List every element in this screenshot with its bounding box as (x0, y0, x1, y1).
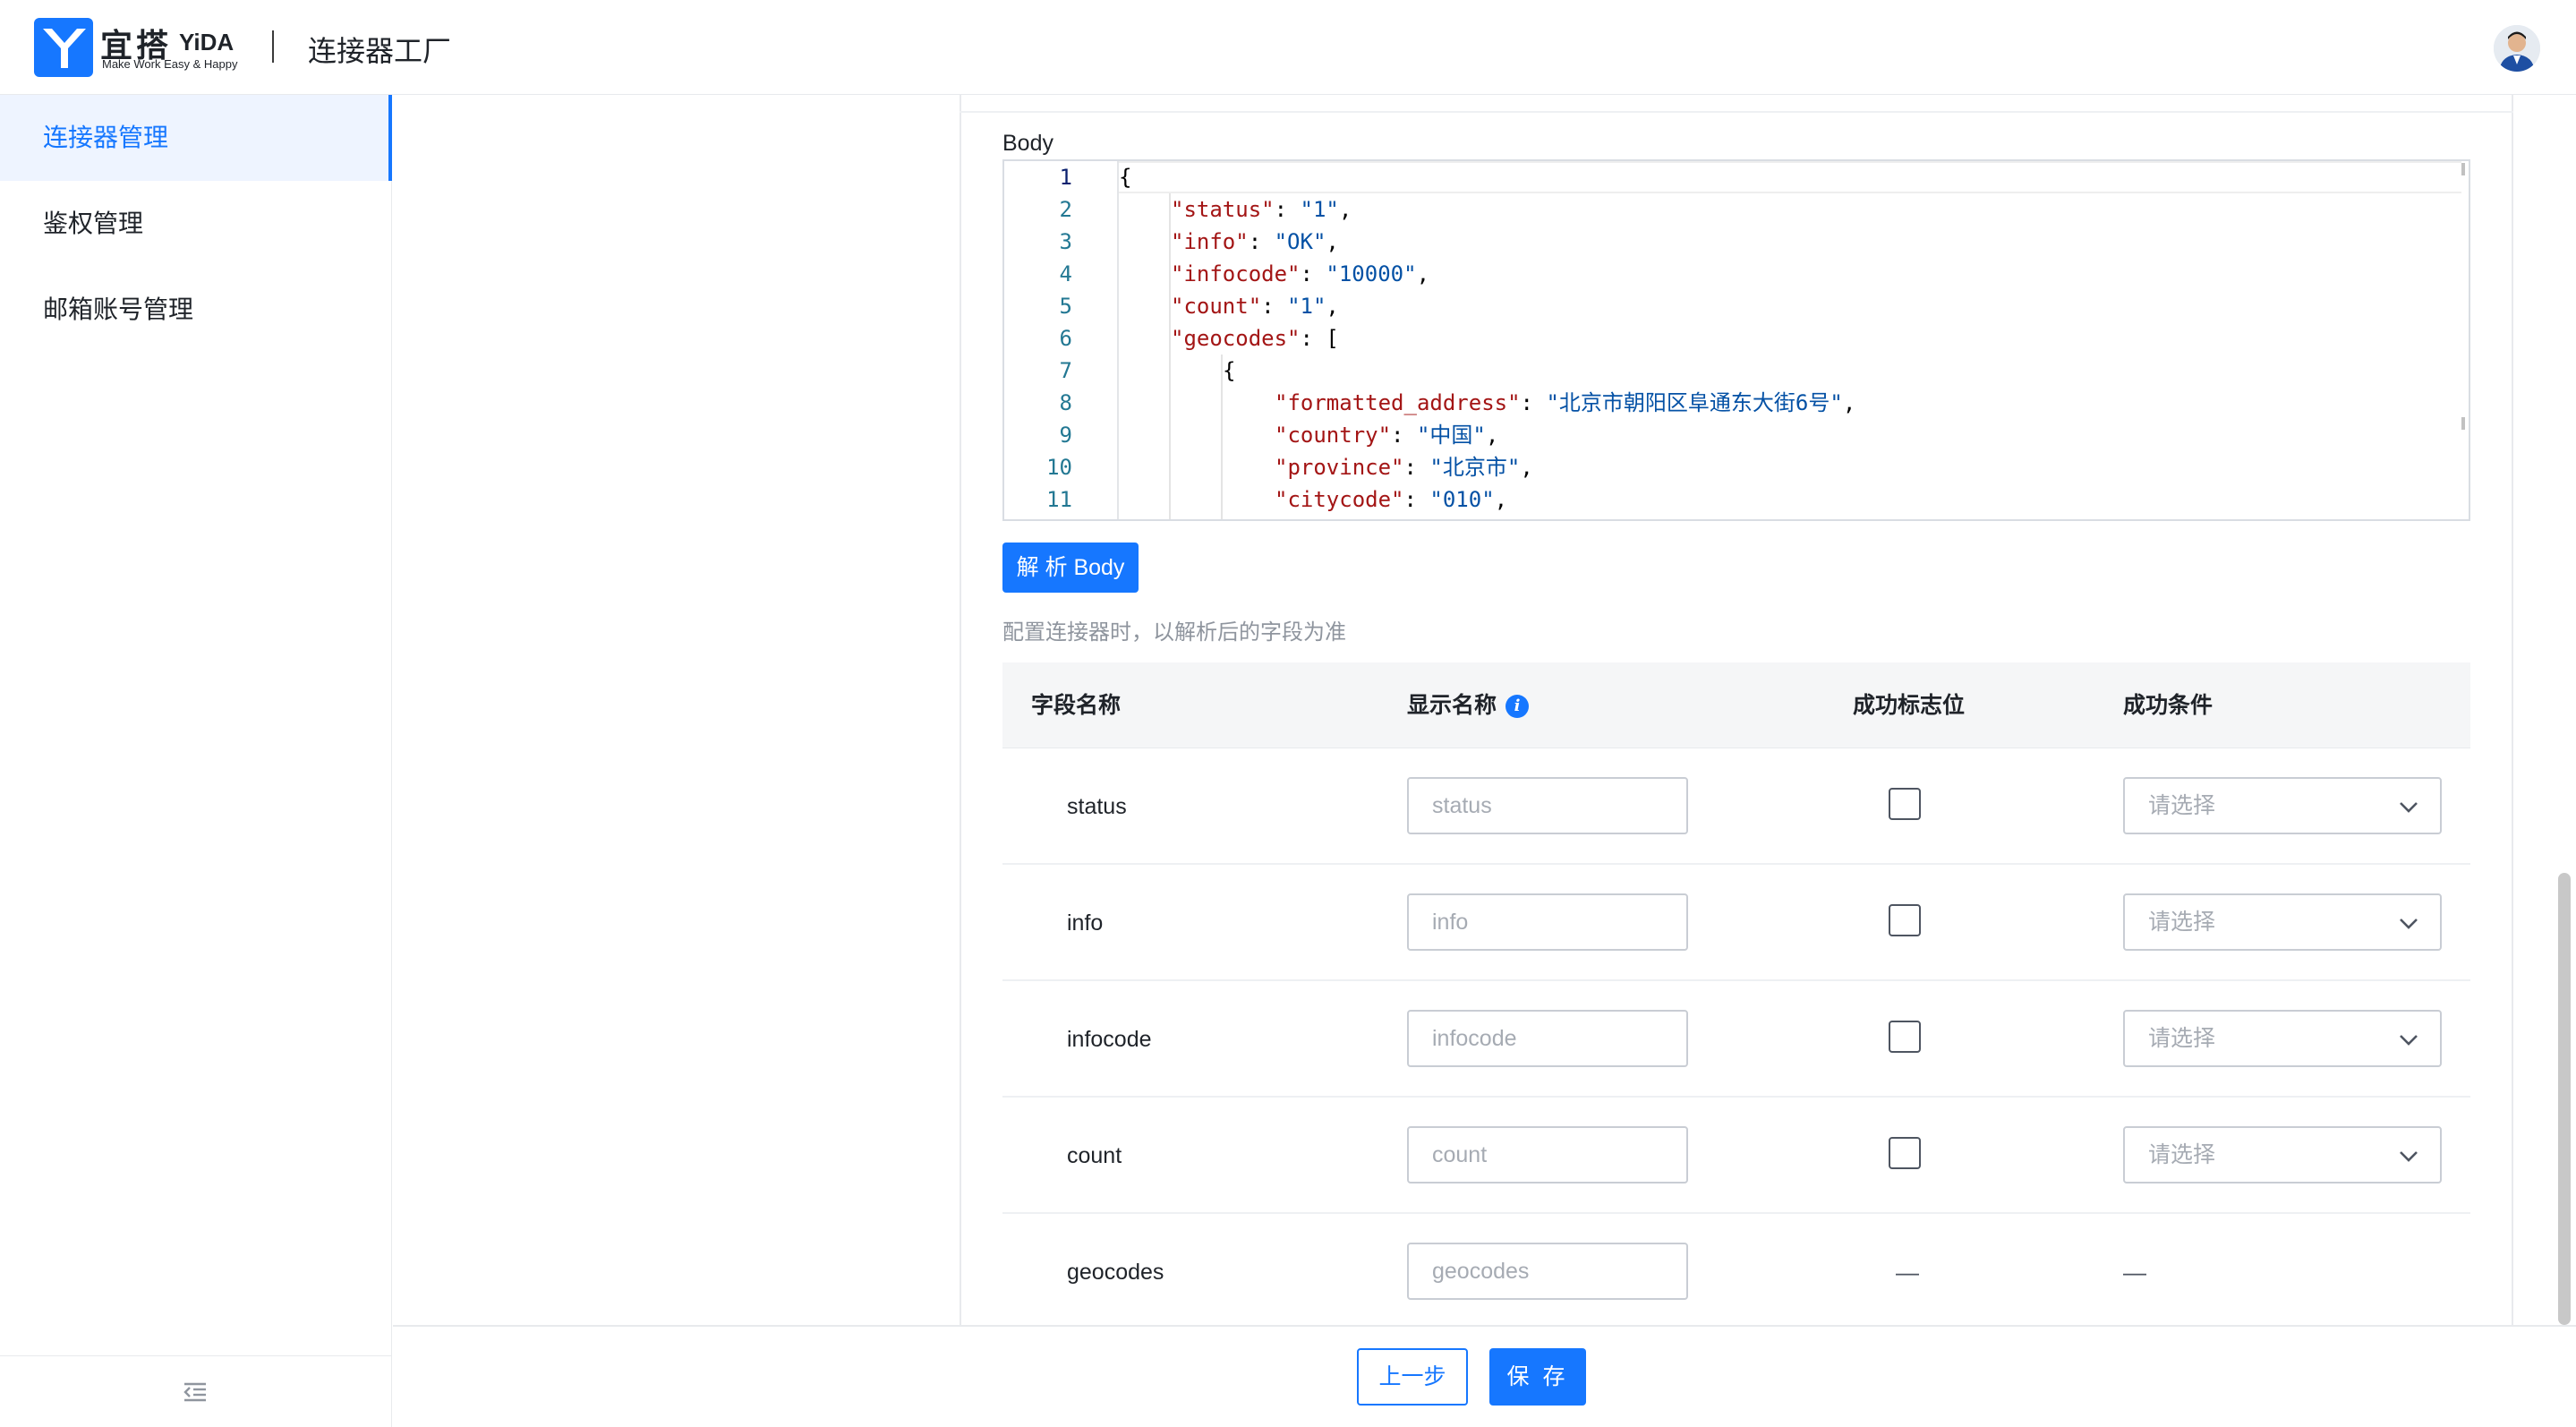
chevron-down-icon (2400, 919, 2418, 929)
field-name: info (1067, 910, 1104, 936)
line-number: 11 (1046, 487, 1072, 512)
previous-step-button[interactable]: 上一步 (1357, 1348, 1468, 1406)
success-condition-select[interactable]: 请选择 (2123, 1126, 2442, 1183)
table-row: geocodes — — (1002, 1214, 2470, 1330)
line-number: 2 (1059, 197, 1072, 222)
line-number: 6 (1059, 326, 1072, 351)
code-line: "province": "北京市", (1275, 455, 1533, 480)
body-label: Body (1002, 131, 1053, 156)
display-name-input[interactable] (1407, 1126, 1688, 1183)
line-number: 4 (1059, 261, 1072, 286)
table-row: count 请选择 (1002, 1098, 2470, 1214)
success-condition-select[interactable]: 请选择 (2123, 1010, 2442, 1067)
success-condition-select[interactable]: 请选择 (2123, 777, 2442, 834)
select-placeholder: 请选择 (2148, 1142, 2216, 1167)
parse-body-button[interactable]: 解 析 Body (1002, 543, 1139, 593)
line-number-gutter: 1 2 3 4 5 6 7 8 9 10 11 (1004, 161, 1117, 519)
column-header-success-condition: 成功条件 (2123, 693, 2213, 718)
sidebar-item-connector-management[interactable]: 连接器管理 (0, 95, 392, 181)
top-bar: 宜搭 YiDA Make Work Easy & Happy 连接器工厂 (0, 0, 2576, 95)
line-number: 7 (1059, 358, 1072, 383)
display-name-input[interactable] (1407, 893, 1688, 951)
sidebar-item-email-account-management[interactable]: 邮箱账号管理 (0, 267, 392, 353)
logo-tagline: Make Work Easy & Happy (102, 57, 238, 71)
page-scrollbar[interactable] (2558, 873, 2571, 1325)
code-line: "geocodes": [ (1171, 326, 1339, 351)
code-line: "info": "OK", (1171, 229, 1339, 254)
field-name: status (1067, 794, 1127, 819)
current-line-highlight (1119, 161, 2461, 193)
line-number: 8 (1059, 390, 1072, 415)
sidebar-footer (0, 1355, 392, 1427)
app-title: 连接器工厂 (308, 35, 452, 67)
line-number: 10 (1046, 455, 1072, 480)
line-number: 3 (1059, 229, 1072, 254)
display-name-input[interactable] (1407, 1243, 1688, 1300)
yida-logo-icon[interactable] (34, 18, 93, 77)
display-name-input[interactable] (1407, 777, 1688, 834)
code-line: "status": "1", (1171, 197, 1352, 222)
select-placeholder: 请选择 (2148, 1026, 2216, 1051)
select-placeholder: 请选择 (2148, 793, 2216, 818)
code-line: "formatted_address": "北京市朝阳区阜通东大街6号", (1275, 390, 1856, 415)
body-code-editor[interactable]: 1 2 3 4 5 6 7 8 9 10 11 { "status": "1",… (1002, 159, 2470, 521)
field-name: infocode (1067, 1027, 1152, 1052)
chevron-down-icon (2400, 802, 2418, 813)
success-condition-select[interactable]: 请选择 (2123, 893, 2442, 951)
code-line: "citycode": "010", (1275, 487, 1508, 512)
success-flag-checkbox[interactable] (1889, 1137, 1921, 1169)
column-header-success-flag: 成功标志位 (1853, 693, 1966, 718)
table-row: status 请选择 (1002, 748, 2470, 865)
code-line: "infocode": "10000", (1171, 261, 1430, 286)
sidebar-item-auth-management[interactable]: 鉴权管理 (0, 181, 392, 267)
footer-bar (393, 1325, 2576, 1427)
line-number: 5 (1059, 294, 1072, 319)
header-divider (272, 30, 274, 63)
success-flag-checkbox[interactable] (1889, 1021, 1921, 1053)
field-name: geocodes (1067, 1260, 1164, 1285)
display-name-input[interactable] (1407, 1010, 1688, 1067)
logo-text-en: YiDA (179, 29, 235, 56)
line-number: 1 (1059, 165, 1072, 190)
code-line: "country": "中国", (1275, 423, 1499, 448)
editor-scrollbar-marker[interactable] (2461, 417, 2465, 430)
code-line: { (1223, 358, 1236, 383)
column-header-display-name-label: 显示名称 (1407, 693, 1497, 718)
editor-scrollbar-top[interactable] (2461, 163, 2465, 175)
panel-divider (960, 111, 2513, 113)
success-flag-checkbox[interactable] (1889, 788, 1921, 820)
user-avatar[interactable] (2494, 25, 2540, 72)
sidebar: 连接器管理 鉴权管理 邮箱账号管理 (0, 95, 392, 1427)
success-flag-checkbox[interactable] (1889, 904, 1921, 936)
chevron-down-icon (2400, 1035, 2418, 1046)
field-name: count (1067, 1143, 1122, 1168)
collapse-sidebar-icon[interactable] (181, 1378, 209, 1406)
column-header-field-name: 字段名称 (1031, 693, 1122, 718)
success-condition-empty: — (2123, 1259, 2146, 1286)
table-row: info 请选择 (1002, 865, 2470, 981)
select-placeholder: 请选择 (2148, 910, 2216, 935)
info-icon[interactable]: i (1506, 695, 1530, 719)
save-button[interactable]: 保 存 (1489, 1348, 1586, 1406)
table-row: infocode 请选择 (1002, 981, 2470, 1098)
code-line: "count": "1", (1171, 294, 1339, 319)
success-flag-empty: — (1896, 1259, 1919, 1286)
field-table-header: 字段名称 显示名称 i 成功标志位 成功条件 (1002, 662, 2470, 748)
column-header-display-name: 显示名称 i (1407, 662, 1530, 748)
line-number: 9 (1059, 423, 1072, 448)
chevron-down-icon (2400, 1151, 2418, 1162)
code-text-area[interactable]: { "status": "1", "info": "OK", "infocode… (1117, 161, 2467, 519)
parse-hint-text: 配置连接器时，以解析后的字段为准 (1002, 620, 1346, 645)
code-line: { (1119, 165, 1132, 190)
